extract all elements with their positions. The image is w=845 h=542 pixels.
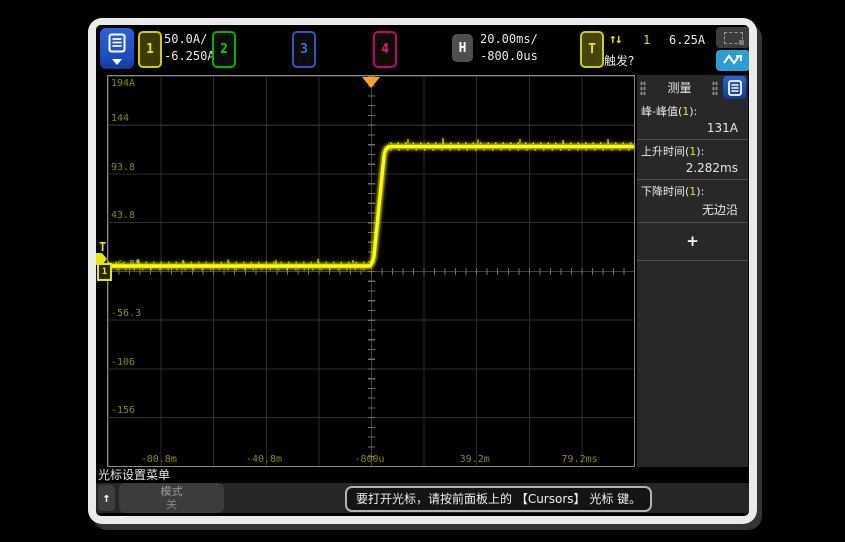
zoom-select-button[interactable] bbox=[716, 27, 749, 48]
channel-1-scale: 50.0A/ bbox=[164, 32, 207, 46]
measurement-menu-button[interactable] bbox=[723, 76, 746, 99]
timebase-delay: -800.0us bbox=[480, 49, 538, 63]
measurement-source: 1 bbox=[689, 185, 696, 198]
trigger-status: 触发? bbox=[604, 52, 634, 69]
back-up-button[interactable]: ↑ bbox=[98, 485, 115, 511]
channel-2-button[interactable]: 2 bbox=[212, 31, 236, 68]
measurement-source: 1 bbox=[682, 105, 689, 118]
oscilloscope-screenshot: 1 50.0A/ -6.250A 2 3 4 H 20.00ms/ -800.0us… bbox=[0, 0, 845, 542]
trigger-position-marker[interactable] bbox=[362, 77, 380, 88]
horizontal-button[interactable]: H bbox=[452, 34, 473, 62]
trigger-button[interactable]: T bbox=[580, 31, 604, 68]
measurement-panel-title: 测量 bbox=[637, 79, 722, 96]
waveform-arrow-icon bbox=[722, 51, 744, 70]
chevron-down-icon bbox=[112, 59, 122, 65]
softkey-menu-title: 光标设置菜单 bbox=[98, 466, 170, 483]
measurement-source: 1 bbox=[689, 145, 696, 158]
toolbar-corner-icons bbox=[716, 27, 749, 73]
trigger-source: 1 bbox=[643, 33, 650, 47]
measurement-name: 下降时间(1): bbox=[641, 183, 744, 199]
horizontal-readout: 20.00ms/ -800.0us bbox=[480, 31, 538, 65]
top-toolbar: 1 50.0A/ -6.250A 2 3 4 H 20.00ms/ -800.0us… bbox=[96, 25, 749, 73]
mode-softkey-value: 关 bbox=[166, 498, 177, 511]
measurement-item[interactable]: 峰-峰值(1):131A bbox=[637, 100, 748, 140]
channel-3-button[interactable]: 3 bbox=[292, 31, 316, 68]
measurement-item[interactable]: 上升时间(1):2.282ms bbox=[637, 140, 748, 180]
softkey-bar: ↑ 模式 关 要打开光标，请按前面板上的 【Cursors】 光标 键。 bbox=[96, 483, 749, 513]
measurement-value: 无边沿 bbox=[641, 199, 744, 218]
measurement-value: 131A bbox=[641, 119, 744, 135]
measurement-list: 峰-峰值(1):131A上升时间(1):2.282ms下降时间(1):无边沿 bbox=[637, 100, 748, 223]
mode-softkey-label: 模式 bbox=[161, 485, 183, 498]
measurement-panel: 测量 峰-峰值(1):131A上升时间(1):2.282ms下降时间(1):无边… bbox=[637, 75, 748, 467]
channel-1-trace bbox=[108, 76, 634, 466]
channel-1-button[interactable]: 1 bbox=[138, 31, 162, 68]
mode-softkey[interactable]: 模式 关 bbox=[119, 483, 224, 513]
selection-rect-icon bbox=[724, 32, 743, 44]
channel-1-offset: -6.250A bbox=[164, 49, 215, 63]
scope-screen: 1 50.0A/ -6.250A 2 3 4 H 20.00ms/ -800.0us… bbox=[96, 25, 749, 516]
measurement-name: 峰-峰值(1): bbox=[641, 103, 744, 119]
timebase-scale: 20.00ms/ bbox=[480, 32, 538, 46]
drag-handle-icon[interactable] bbox=[712, 81, 718, 95]
screen-bezel: 1 50.0A/ -6.250A 2 3 4 H 20.00ms/ -800.0us… bbox=[88, 18, 757, 524]
measurement-value: 2.282ms bbox=[641, 159, 744, 175]
measurement-panel-header[interactable]: 测量 bbox=[637, 75, 748, 100]
waveform-tools-button[interactable] bbox=[716, 50, 749, 71]
channel-1-readout: 50.0A/ -6.250A bbox=[164, 31, 215, 65]
trigger-edge-icon: ↑↓ bbox=[609, 32, 621, 47]
main-menu-button[interactable] bbox=[100, 28, 134, 69]
measurement-name: 上升时间(1): bbox=[641, 143, 744, 159]
add-measurement-button[interactable]: + bbox=[637, 232, 748, 250]
channel-1-ground-marker[interactable]: 1 bbox=[97, 263, 112, 281]
measurement-item[interactable]: 下降时间(1):无边沿 bbox=[637, 180, 748, 223]
channel-4-button[interactable]: 4 bbox=[373, 31, 397, 68]
menu-icon bbox=[728, 80, 742, 96]
trigger-level-marker-label: T bbox=[99, 240, 106, 254]
cursor-hint-message: 要打开光标，请按前面板上的 【Cursors】 光标 键。 bbox=[345, 486, 652, 512]
add-measurement-row: + bbox=[637, 223, 748, 261]
waveform-graticule: 194A14493.843.8-6.25-56.3-106-156 -80.8m… bbox=[107, 75, 635, 467]
trigger-level-readout: 6.25A bbox=[669, 33, 705, 47]
menu-icon bbox=[108, 33, 126, 57]
